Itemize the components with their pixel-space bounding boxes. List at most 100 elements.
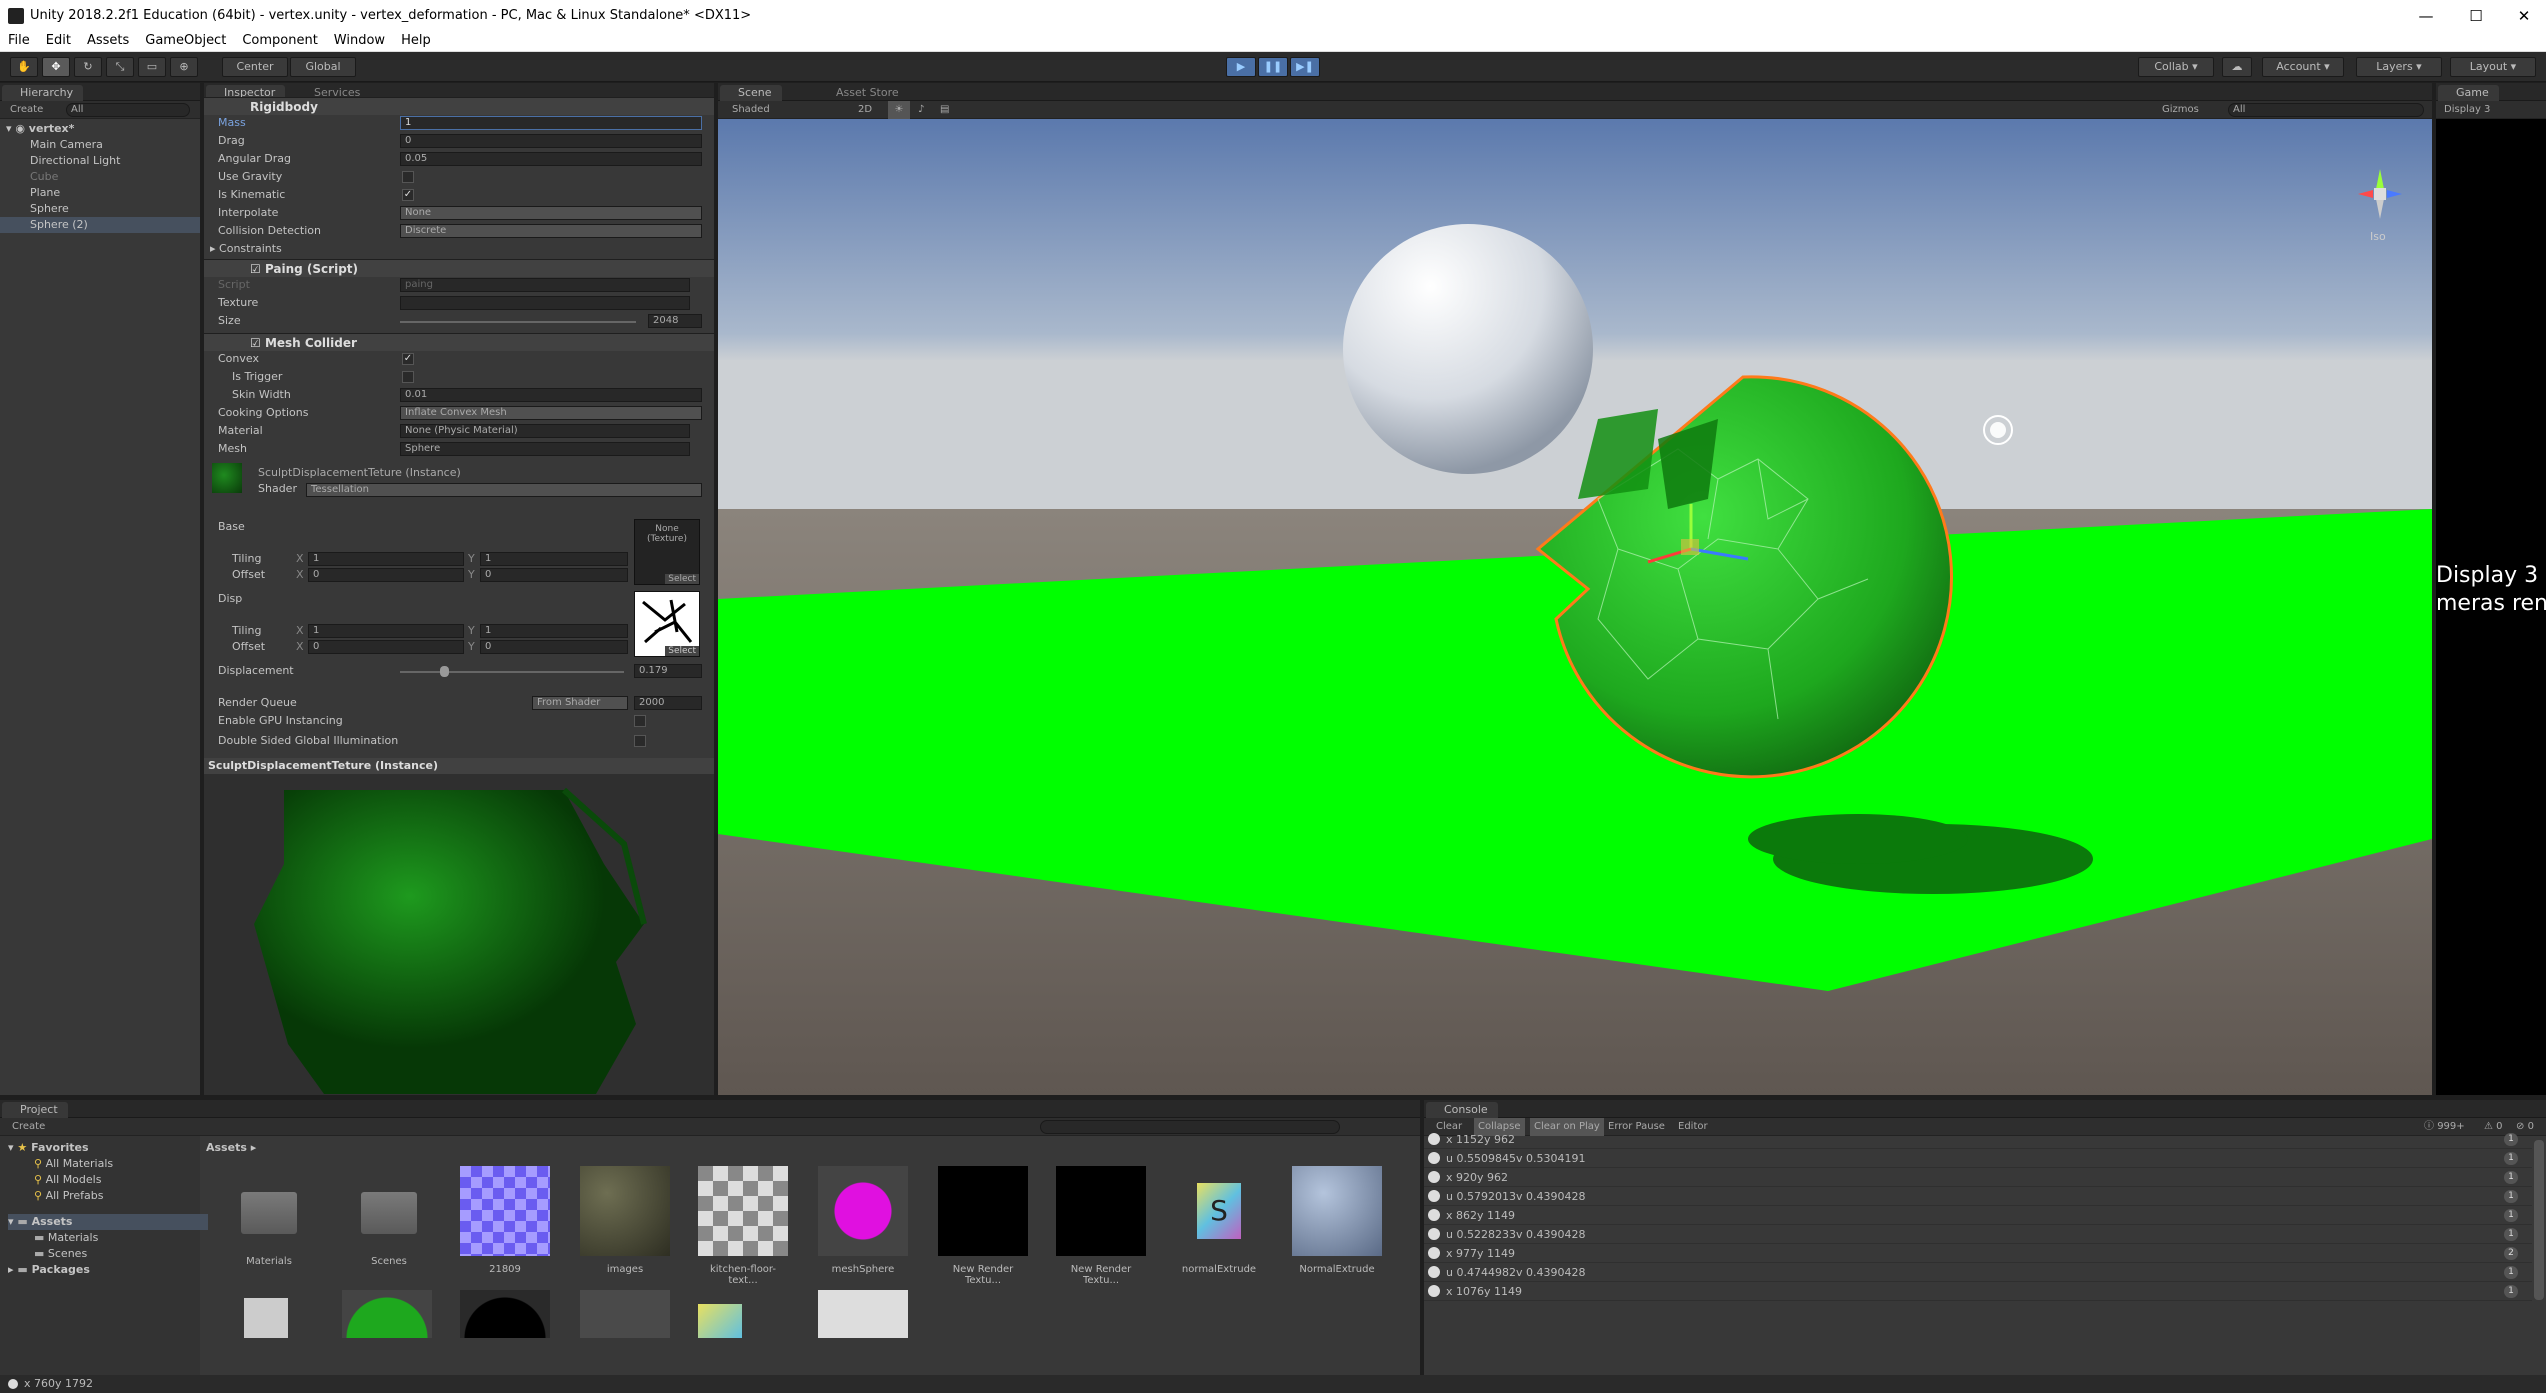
menu-file[interactable]: File: [0, 32, 38, 48]
material-preview-sphere[interactable]: [204, 774, 714, 1094]
green-material-thumb[interactable]: [342, 1290, 432, 1338]
layers-dropdown[interactable]: Layers ▾: [2356, 57, 2442, 77]
disp-offset-x-field[interactable]: 0: [308, 640, 464, 654]
folder-scenes[interactable]: ▬ Scenes: [34, 1246, 87, 1262]
black-material-thumb[interactable]: [460, 1290, 550, 1338]
audio-toggle-icon[interactable]: ♪: [918, 101, 924, 119]
tab-scene[interactable]: Scene: [720, 85, 782, 101]
rect-tool-icon[interactable]: ▭: [138, 57, 166, 77]
layout-dropdown[interactable]: Layout ▾: [2450, 57, 2536, 77]
scene-viewport[interactable]: Iso: [718, 119, 2432, 1095]
prefab-thumb[interactable]: [580, 1290, 670, 1338]
menu-window[interactable]: Window: [326, 32, 393, 48]
shading-mode-dropdown[interactable]: Shaded: [732, 101, 770, 119]
collision-detection-dropdown[interactable]: Discrete: [400, 224, 702, 238]
pause-button[interactable]: ❚❚: [1258, 57, 1288, 77]
asset-kitchen-floor[interactable]: kitchen-floor-text...: [698, 1166, 788, 1286]
log-entry[interactable]: x 977y 1149 2: [1424, 1244, 2532, 1263]
skin-width-field[interactable]: 0.01: [400, 388, 702, 402]
asset-21809[interactable]: 21809: [460, 1166, 550, 1275]
tab-hierarchy[interactable]: Hierarchy: [2, 85, 84, 101]
gpu-instancing-checkbox[interactable]: [634, 715, 646, 727]
lighting-toggle-icon[interactable]: ☀: [888, 101, 910, 119]
favorites-folder[interactable]: ▾ ★ Favorites: [8, 1140, 89, 1156]
hierarchy-item-plane[interactable]: Plane: [30, 185, 60, 201]
tab-console[interactable]: Console: [1426, 1102, 1498, 1118]
asset-render-texture-1[interactable]: New Render Textu...: [938, 1166, 1028, 1286]
account-button[interactable]: Account ▾: [2262, 57, 2344, 77]
physic-material-field[interactable]: None (Physic Material): [400, 424, 690, 438]
base-select-button[interactable]: Select: [665, 574, 699, 584]
close-button[interactable]: ✕: [2504, 4, 2544, 28]
disp-texture-slot[interactable]: Select: [634, 591, 700, 657]
disp-select-button[interactable]: Select: [665, 646, 699, 656]
mesh-collider-header[interactable]: ☑ Mesh Collider: [204, 333, 714, 351]
size-field[interactable]: 2048: [648, 314, 702, 328]
cloud-icon[interactable]: ☁: [2222, 57, 2252, 77]
fav-all-materials[interactable]: ⚲ All Materials: [34, 1156, 113, 1172]
render-queue-field[interactable]: 2000: [634, 696, 702, 710]
gizmos-dropdown[interactable]: Gizmos: [2162, 101, 2199, 119]
project-breadcrumb[interactable]: Assets ▸: [206, 1140, 256, 1156]
hierarchy-item-directional-light[interactable]: Directional Light: [30, 153, 120, 169]
disp-tiling-x-field[interactable]: 1: [308, 624, 464, 638]
convex-checkbox[interactable]: ✓: [402, 353, 414, 365]
folder-materials[interactable]: ▬ Materials: [34, 1230, 98, 1246]
asset-materials-folder[interactable]: Materials: [224, 1166, 314, 1267]
toggle-2d-button[interactable]: 2D: [858, 101, 872, 119]
csharp-script-icon[interactable]: [244, 1298, 288, 1338]
constraints-foldout[interactable]: ▸ Constraints: [210, 241, 282, 257]
log-entry[interactable]: x 1152y 962 1: [1424, 1130, 2532, 1149]
move-tool-icon[interactable]: ✥: [42, 57, 70, 77]
assets-folder[interactable]: ▾ ▬ Assets: [8, 1214, 208, 1230]
log-entry[interactable]: x 1076y 1149 1: [1424, 1282, 2532, 1301]
double-sided-gi-checkbox[interactable]: [634, 735, 646, 747]
script-field[interactable]: paing: [400, 278, 690, 292]
base-offset-x-field[interactable]: 0: [308, 568, 464, 582]
hierarchy-item-cube[interactable]: Cube: [30, 169, 58, 185]
shader-icon[interactable]: [698, 1304, 742, 1338]
angular-drag-field[interactable]: 0.05: [400, 152, 702, 166]
is-trigger-checkbox[interactable]: [402, 371, 414, 383]
fav-all-prefabs[interactable]: ⚲ All Prefabs: [34, 1188, 104, 1204]
menu-assets[interactable]: Assets: [79, 32, 137, 48]
render-queue-dropdown[interactable]: From Shader: [532, 696, 628, 710]
rotate-tool-icon[interactable]: ↻: [74, 57, 102, 77]
hierarchy-item-sphere[interactable]: Sphere: [30, 201, 69, 217]
minimize-button[interactable]: —: [2406, 4, 2446, 28]
hierarchy-search-input[interactable]: All: [66, 103, 190, 117]
packages-folder[interactable]: ▸ ▬ Packages: [8, 1262, 90, 1278]
size-slider[interactable]: [400, 321, 636, 323]
tab-game[interactable]: Game: [2438, 85, 2499, 101]
log-entry[interactable]: u 0.5228233v 0.4390428 1: [1424, 1225, 2532, 1244]
displacement-slider-thumb[interactable]: [440, 666, 449, 677]
menu-help[interactable]: Help: [393, 32, 439, 48]
rigidbody-header[interactable]: Rigidbody: [204, 97, 714, 115]
log-entry[interactable]: x 920y 962 1: [1424, 1168, 2532, 1187]
asset-normalextrude-material[interactable]: NormalExtrude: [1292, 1166, 1382, 1275]
scale-tool-icon[interactable]: ⤡: [106, 57, 134, 77]
use-gravity-checkbox[interactable]: [402, 171, 414, 183]
menu-component[interactable]: Component: [234, 32, 325, 48]
hierarchy-create-button[interactable]: Create: [10, 101, 43, 119]
disp-tiling-y-field[interactable]: 1: [480, 624, 628, 638]
asset-render-texture-2[interactable]: New Render Textu...: [1056, 1166, 1146, 1286]
mesh-field[interactable]: Sphere: [400, 442, 690, 456]
menu-gameobject[interactable]: GameObject: [137, 32, 234, 48]
drag-field[interactable]: 0: [400, 134, 702, 148]
texture-field[interactable]: [400, 296, 690, 310]
play-button[interactable]: ▶: [1226, 57, 1256, 77]
log-entry[interactable]: u 0.5792013v 0.4390428 1: [1424, 1187, 2532, 1206]
effects-toggle-icon[interactable]: ▤: [940, 101, 949, 119]
base-tiling-y-field[interactable]: 1: [480, 552, 628, 566]
displacement-field[interactable]: 0.179: [634, 664, 702, 678]
displacement-slider[interactable]: [400, 671, 624, 673]
project-create-button[interactable]: Create: [12, 1118, 45, 1136]
paing-script-header[interactable]: ☑ Paing (Script): [204, 259, 714, 277]
project-search-input[interactable]: [1040, 1120, 1340, 1134]
log-entry[interactable]: u 0.5509845v 0.5304191 1: [1424, 1149, 2532, 1168]
menu-edit[interactable]: Edit: [38, 32, 79, 48]
console-scrollbar[interactable]: [2534, 1140, 2544, 1300]
hierarchy-item-main-camera[interactable]: Main Camera: [30, 137, 103, 153]
asset-scenes-folder[interactable]: Scenes: [344, 1166, 434, 1267]
